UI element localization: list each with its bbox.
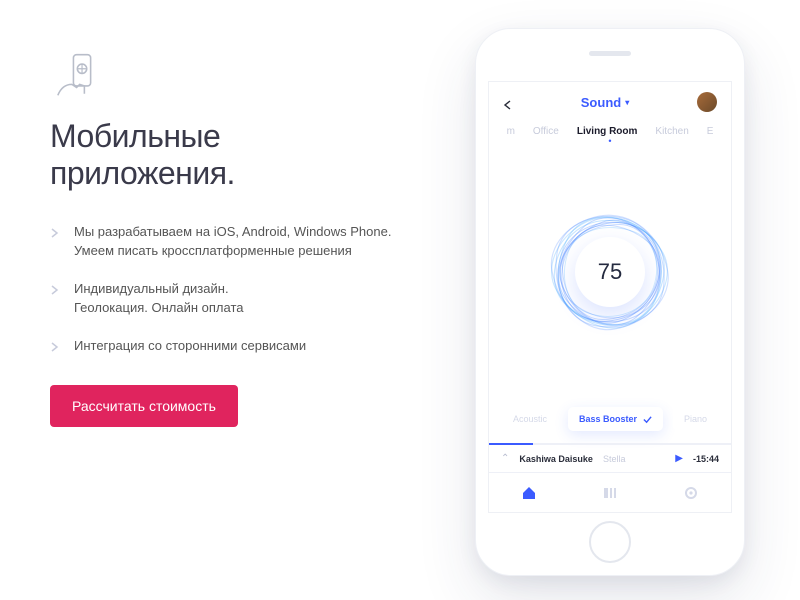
preset-chip-active[interactable]: Bass Booster bbox=[568, 407, 663, 431]
room-tab[interactable]: Office bbox=[533, 126, 559, 137]
home-icon[interactable] bbox=[521, 485, 537, 501]
chevron-right-icon bbox=[50, 281, 60, 291]
track-time: -15:44 bbox=[693, 454, 719, 464]
chevron-down-icon: ▾ bbox=[625, 98, 629, 107]
chevron-up-icon[interactable]: ⌃ bbox=[501, 453, 509, 464]
room-tab-active[interactable]: Living Room bbox=[577, 126, 638, 137]
page-title: Мобильные приложения. bbox=[50, 118, 430, 192]
list-icon[interactable] bbox=[602, 485, 618, 501]
play-icon[interactable]: ▶ bbox=[675, 453, 683, 464]
feature-item: Интеграция со сторонними сервисами bbox=[50, 336, 430, 356]
active-tab-indicator: • bbox=[489, 137, 731, 145]
track-artist: Kashiwa Daisuke bbox=[519, 454, 593, 464]
volume-visualizer[interactable]: 75 bbox=[530, 192, 690, 352]
room-tab[interactable]: m bbox=[507, 126, 515, 137]
room-tab[interactable]: E bbox=[707, 126, 714, 137]
screen-title[interactable]: Sound▾ bbox=[581, 95, 629, 110]
phone-mockup: Sound▾ m Office Living Room Kitchen E • bbox=[475, 28, 745, 576]
hand-phone-icon bbox=[50, 50, 100, 100]
app-screen: Sound▾ m Office Living Room Kitchen E • bbox=[488, 81, 732, 513]
check-icon bbox=[643, 415, 652, 424]
preset-chip[interactable]: Piano bbox=[673, 407, 718, 431]
chevron-right-icon bbox=[50, 338, 60, 348]
chevron-right-icon bbox=[50, 224, 60, 234]
room-tab[interactable]: Kitchen bbox=[655, 126, 688, 137]
now-playing-bar: ⌃ Kashiwa Daisuke Stella ▶ -15:44 bbox=[489, 445, 731, 472]
track-title: Stella bbox=[603, 454, 626, 464]
avatar[interactable] bbox=[697, 92, 717, 112]
track-progress[interactable] bbox=[489, 443, 731, 445]
back-icon[interactable] bbox=[503, 97, 513, 107]
calculate-cost-button[interactable]: Рассчитать стоимость bbox=[50, 385, 238, 427]
feature-item: Индивидуальный дизайн. Геолокация. Онлай… bbox=[50, 279, 430, 318]
gear-icon[interactable] bbox=[683, 485, 699, 501]
preset-chip[interactable]: Acoustic bbox=[502, 407, 558, 431]
feature-item: Мы разрабатываем на iOS, Android, Window… bbox=[50, 222, 430, 261]
volume-value: 75 bbox=[575, 237, 645, 307]
